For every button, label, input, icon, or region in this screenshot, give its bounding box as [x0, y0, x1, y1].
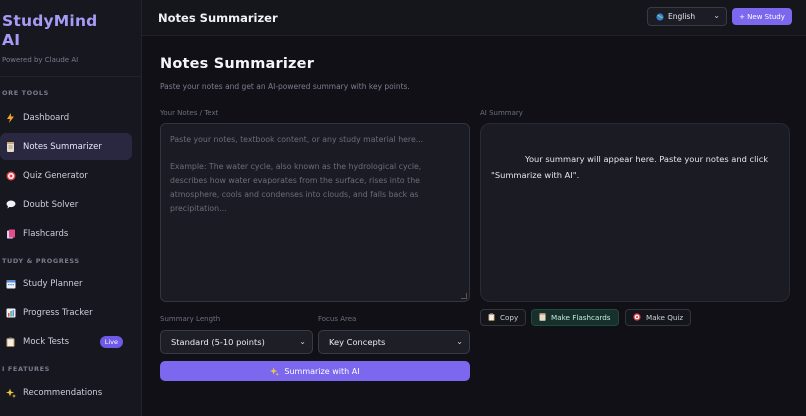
target-icon [633, 312, 641, 323]
sparkles-icon [5, 387, 16, 398]
notepad-icon [5, 141, 16, 152]
sparkles-icon [270, 366, 280, 376]
summary-length-label: Summary Length [160, 315, 221, 323]
summary-label: AI Summary [480, 109, 523, 117]
summary-length-select[interactable]: Standard (5-10 points) ⌄ [160, 330, 313, 354]
page-title: Notes Summarizer [160, 56, 315, 72]
main-content: Notes Summarizer English ⌄ + New Study N… [142, 0, 806, 416]
notes-textarea[interactable]: Paste your notes, textbook content, or a… [160, 123, 470, 302]
notepad-icon [539, 312, 546, 323]
sidebar-item-notes-summarizer[interactable]: Notes Summarizer [0, 133, 132, 160]
sidebar-item-label: Dashboard [23, 112, 70, 123]
make-quiz-button[interactable]: Make Quiz [625, 309, 692, 326]
sidebar: StudyMind AI Powered by Claude AI ORE TO… [0, 0, 142, 416]
sidebar-item-doubt-solver[interactable]: Doubt Solver [0, 191, 132, 218]
sidebar-item-label: Mock Tests [23, 336, 69, 347]
sidebar-item-dashboard[interactable]: Dashboard [0, 104, 132, 131]
sidebar-item-study-planner[interactable]: Study Planner [0, 270, 132, 297]
clipboard-icon [488, 312, 495, 323]
bar-chart-icon [5, 307, 16, 318]
sidebar-item-label: Flashcards [23, 228, 69, 239]
brand-title-line-1: StudyMind [2, 12, 98, 30]
notes-placeholder-example: Example: The water cycle, also known as … [170, 162, 422, 213]
focus-area-value: Key Concepts [329, 337, 386, 347]
focus-area-select[interactable]: Key Concepts ⌄ [318, 330, 470, 354]
sidebar-item-label: Quiz Generator [23, 170, 88, 181]
make-flashcards-button[interactable]: Make Flashcards [531, 309, 619, 326]
chevron-down-icon: ⌄ [299, 337, 306, 346]
summary-length-value: Standard (5-10 points) [171, 337, 265, 347]
topbar-title: Notes Summarizer [158, 10, 278, 25]
sidebar-item-label: Doubt Solver [23, 199, 79, 210]
brand-subtitle: Powered by Claude AI [2, 56, 79, 64]
resize-handle[interactable] [461, 293, 467, 299]
sidebar-item-label: Recommendations [23, 387, 103, 398]
summarize-button[interactable]: Summarize with AI [160, 361, 470, 381]
copy-label: Copy [500, 313, 519, 322]
section-label-ai-features: I FEATURES [2, 365, 50, 373]
language-value: English [668, 12, 696, 21]
focus-area-label: Focus Area [318, 315, 357, 323]
sidebar-item-recommendations[interactable]: Recommendations [0, 379, 132, 406]
sidebar-item-flashcards[interactable]: Flashcards [0, 220, 132, 247]
lightning-icon [5, 112, 16, 123]
globe-icon [656, 12, 664, 21]
sidebar-item-mock-tests[interactable]: Mock Tests Live [0, 328, 132, 355]
summary-placeholder: Your summary will appear here. Paste you… [491, 154, 769, 180]
summarize-label: Summarize with AI [284, 366, 360, 376]
sidebar-item-label: Progress Tracker [23, 307, 93, 318]
clipboard-icon [5, 336, 16, 347]
sidebar-item-quiz-generator[interactable]: Quiz Generator [0, 162, 132, 189]
cards-icon [5, 228, 16, 239]
notes-label: Your Notes / Text [160, 109, 219, 117]
summary-panel: Your summary will appear here. Paste you… [480, 123, 790, 302]
section-label-study-progress: TUDY & PROGRESS [2, 257, 80, 265]
notes-placeholder-line: Paste your notes, textbook content, or a… [170, 135, 424, 144]
make-quiz-label: Make Quiz [646, 313, 684, 322]
sidebar-item-progress-tracker[interactable]: Progress Tracker [0, 299, 132, 326]
chevron-down-icon: ⌄ [713, 11, 720, 20]
brand-title[interactable]: StudyMind AI [2, 12, 141, 50]
section-label-core-tools: ORE TOOLS [2, 89, 49, 97]
sidebar-item-label: Study Planner [23, 278, 83, 289]
sidebar-item-label: Notes Summarizer [23, 141, 102, 152]
sidebar-divider [0, 76, 141, 77]
make-flashcards-label: Make Flashcards [551, 313, 611, 322]
target-icon [5, 170, 16, 181]
brand: StudyMind AI Powered by Claude AI [0, 0, 141, 64]
language-select[interactable]: English ⌄ [647, 7, 727, 26]
brand-title-line-2: AI [2, 31, 21, 49]
copy-button[interactable]: Copy [480, 309, 527, 326]
page-subtitle: Paste your notes and get an AI-powered s… [160, 82, 410, 91]
live-badge: Live [99, 335, 123, 348]
calendar-icon [5, 278, 16, 289]
chevron-down-icon: ⌄ [456, 337, 463, 346]
speech-bubble-icon [5, 199, 16, 210]
new-study-button[interactable]: + New Study [732, 8, 792, 25]
